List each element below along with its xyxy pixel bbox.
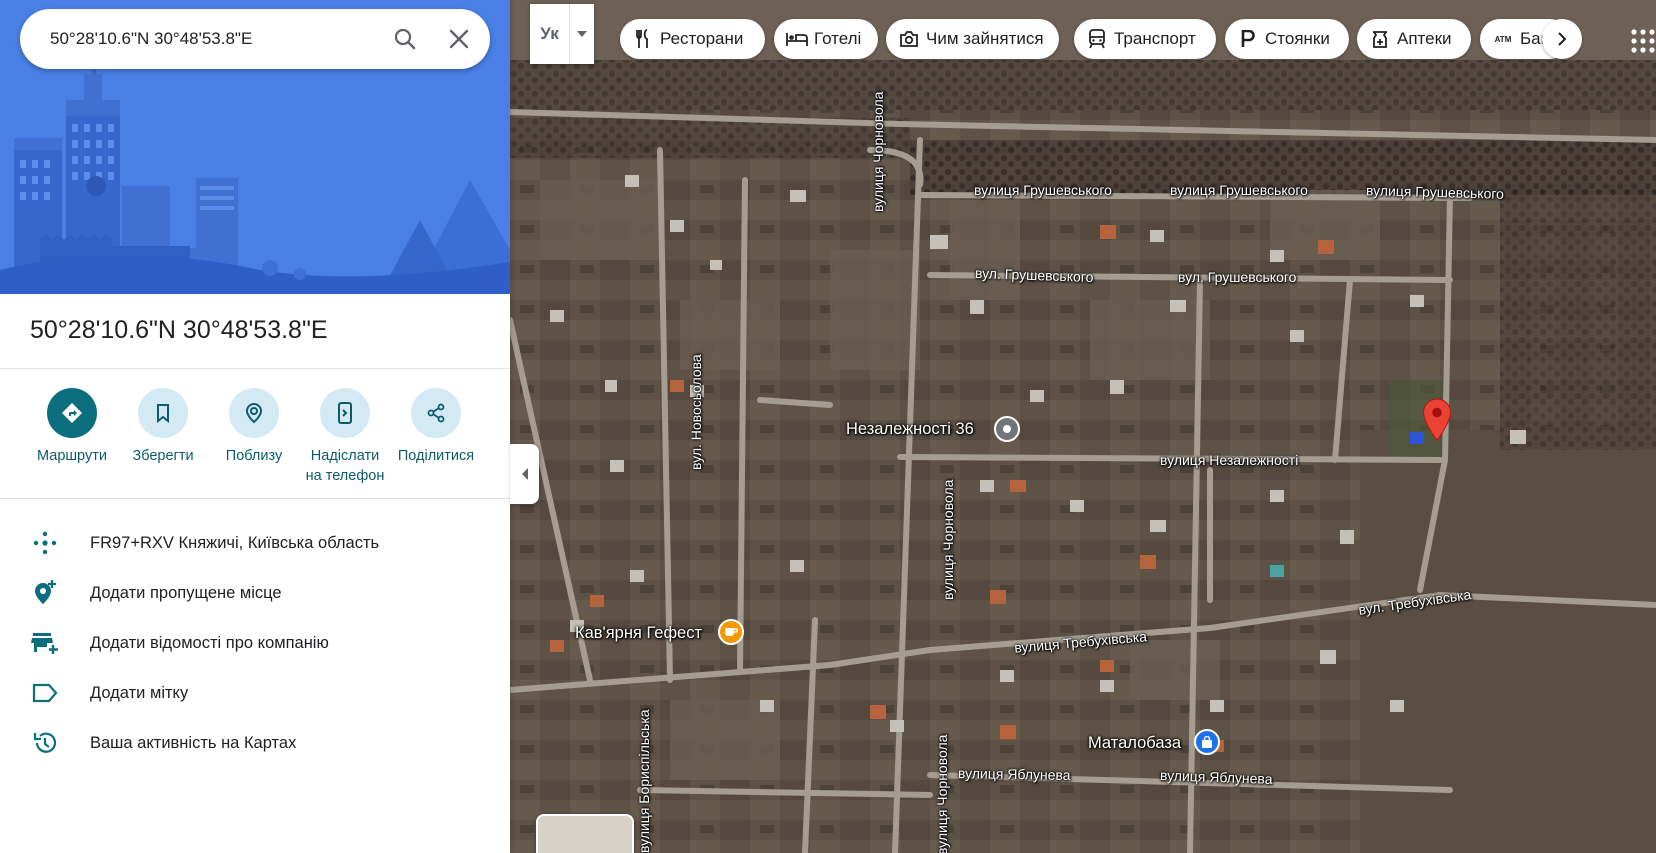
send-to-phone-icon [320, 388, 370, 438]
share-button[interactable]: Поділитися [386, 388, 486, 466]
share-icon [411, 388, 461, 438]
side-panel: 50°28'10.6"N 30°48'53.8"E 50°28'10.6"N 3… [0, 0, 510, 853]
maps-activity-row[interactable]: Ваша активність на Картах [0, 718, 510, 768]
label-icon [30, 678, 60, 708]
chevron-right-icon[interactable] [1542, 19, 1582, 59]
road-label: вулиця Бориспільська [636, 709, 652, 853]
chip-label: Транспорт [1114, 29, 1196, 48]
chip-label: Стоянки [1265, 29, 1330, 48]
atm-icon: ATM [1494, 34, 1512, 44]
send-to-phone-label-line2: на телефон [305, 468, 385, 484]
search-box[interactable]: 50°28'10.6"N 30°48'53.8"E [20, 9, 490, 69]
cafe-icon[interactable] [718, 619, 744, 645]
chip-label: Чим зайнятися [926, 29, 1044, 48]
search-input[interactable]: 50°28'10.6"N 30°48'53.8"E [50, 29, 382, 49]
map-layers-thumbnail[interactable] [536, 814, 634, 853]
road-label: вул. Грушевського [1178, 269, 1297, 285]
action-bar: Маршрути Зберегти Поблизу Надіслати на те… [22, 388, 492, 488]
hotel-icon [786, 28, 808, 50]
divider [0, 368, 510, 369]
add-business-icon [30, 628, 60, 658]
close-icon[interactable] [436, 16, 482, 62]
maps-activity-text: Ваша активність на Картах [90, 733, 297, 752]
add-missing-place-row[interactable]: Додати пропущене місце [0, 568, 510, 618]
plus-code-icon [30, 528, 60, 558]
send-to-phone-button[interactable]: Надіслати на телефон [295, 388, 395, 486]
plus-code-row[interactable]: FR97+RXV Княжичі, Київська область [0, 518, 510, 568]
bookmark-icon [138, 388, 188, 438]
chip-things-to-do[interactable]: Чим зайнятися [886, 19, 1059, 59]
chip-label: Ресторани [660, 29, 744, 48]
nearby-icon [229, 388, 279, 438]
chip-hotels[interactable]: Готелі [774, 19, 878, 59]
parking-icon [1237, 28, 1259, 50]
layer-toggle[interactable]: Ук [530, 4, 594, 64]
send-to-phone-label-line1: Надіслати [310, 448, 380, 464]
chip-label: Аптеки [1397, 29, 1452, 48]
road-label: вул. Новосьолова [688, 354, 704, 470]
road-label: вулиця Незалежності [1160, 452, 1299, 468]
road-label: вулиця Яблунева [957, 765, 1071, 783]
road-label: вулиця Грушевського [974, 182, 1112, 198]
road-label: вулиця Чорновола [870, 91, 886, 212]
address-marker-icon[interactable] [994, 416, 1020, 442]
store-label[interactable]: Маталобаза [1088, 734, 1181, 753]
add-label-row[interactable]: Додати мітку [0, 668, 510, 718]
save-button[interactable]: Зберегти [113, 388, 213, 466]
satellite-map[interactable]: вулиця Грушевського вулиця Грушевського … [510, 0, 1656, 853]
road-label: вулиця Грушевського [1170, 182, 1308, 198]
camera-icon [898, 28, 920, 50]
add-missing-place-text: Додати пропущене місце [90, 583, 282, 602]
chevron-down-icon[interactable] [570, 4, 594, 64]
restaurant-icon [632, 28, 654, 50]
address-label[interactable]: Незалежності 36 [846, 420, 974, 439]
chip-parking[interactable]: Стоянки [1225, 19, 1349, 59]
directions-label: Маршрути [37, 448, 107, 464]
dropped-pin-icon[interactable] [1422, 398, 1452, 442]
save-label: Зберегти [132, 448, 194, 464]
nearby-button[interactable]: Поблизу [204, 388, 304, 466]
transit-icon [1086, 28, 1108, 50]
chip-label: Готелі [814, 29, 862, 48]
add-place-icon [30, 578, 60, 608]
chip-transit[interactable]: Транспорт [1074, 19, 1216, 59]
road-label: вулиця Чорновола [934, 734, 950, 853]
layer-toggle-label[interactable]: Ук [530, 4, 570, 64]
add-business-row[interactable]: Додати відомості про компанію [0, 618, 510, 668]
history-icon [30, 728, 60, 758]
chip-restaurants[interactable]: Ресторани [620, 19, 765, 59]
info-list: FR97+RXV Княжичі, Київська область Додат… [0, 518, 510, 768]
divider [0, 498, 510, 499]
shopping-bag-icon[interactable] [1194, 729, 1220, 755]
share-label: Поділитися [397, 448, 475, 464]
cafe-label[interactable]: Кав'ярня Гефест [575, 624, 702, 643]
nearby-label: Поблизу [225, 448, 283, 464]
send-to-phone-label: Надіслати на телефон [295, 446, 395, 486]
road-label: вулиця Чорновола [940, 479, 956, 600]
search-icon[interactable] [382, 16, 428, 62]
place-title: 50°28'10.6"N 30°48'53.8"E [30, 316, 328, 344]
directions-icon [47, 388, 97, 438]
chip-pharmacies[interactable]: Аптеки [1357, 19, 1471, 59]
apps-grid-icon[interactable] [1630, 22, 1656, 62]
directions-button[interactable]: Маршрути [22, 388, 122, 466]
plus-code-text: FR97+RXV Княжичі, Київська область [90, 533, 380, 552]
collapse-panel-button[interactable] [510, 444, 539, 504]
satellite-imagery[interactable] [510, 0, 1656, 853]
add-business-text: Додати відомості про компанію [90, 633, 329, 652]
add-label-text: Додати мітку [90, 683, 189, 702]
pharmacy-icon [1369, 28, 1391, 50]
chevron-left-icon [521, 468, 528, 480]
